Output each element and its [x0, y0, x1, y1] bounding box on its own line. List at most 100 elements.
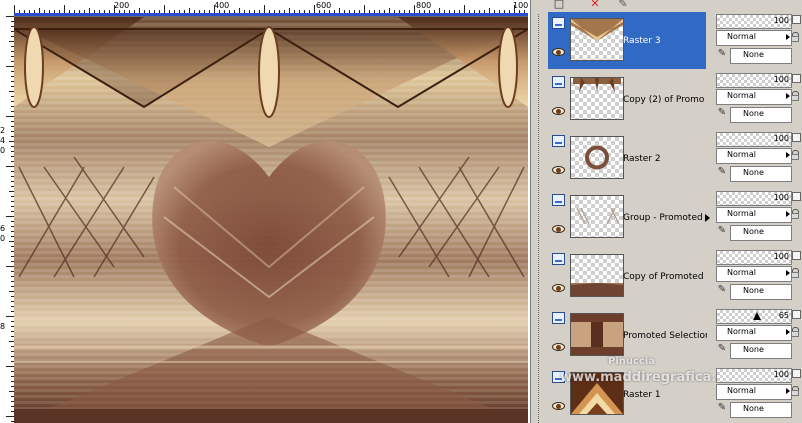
layer-properties: 100 Normal ✎ None [714, 71, 802, 128]
chevron-right-icon [786, 329, 790, 335]
opacity-slider[interactable]: 100 [716, 14, 792, 29]
ruler-tick [34, 10, 35, 13]
mask-field[interactable]: None [730, 225, 792, 241]
ruler-tick [149, 10, 150, 13]
link-icon[interactable]: ✎ [716, 343, 728, 355]
visibility-eye-icon[interactable] [552, 225, 565, 233]
new-layer-icon[interactable]: □ [553, 0, 565, 10]
lock-icon[interactable] [791, 150, 800, 160]
layer-properties: 100 Normal ✎ None [714, 12, 802, 69]
layer-name-area[interactable]: Copy of Promoted [548, 248, 706, 305]
blend-mode-select[interactable]: Normal [716, 30, 792, 46]
opacity-slider[interactable]: 100 [716, 132, 792, 147]
image-canvas[interactable] [14, 17, 528, 423]
opacity-slider[interactable]: 100 [716, 73, 792, 88]
visibility-eye-icon[interactable] [552, 166, 565, 174]
layer-row[interactable]: Group - Promoted : [548, 189, 710, 246]
layer-name-area[interactable]: Raster 2 [548, 130, 706, 187]
ruler-tick [444, 10, 445, 13]
ruler-tick [144, 10, 145, 13]
ruler-tick [139, 8, 140, 13]
ruler-tick [469, 10, 470, 13]
blend-mode-select[interactable]: Normal [716, 325, 792, 341]
ruler-tick [269, 10, 270, 13]
ruler-tick [89, 8, 90, 13]
lock-icon[interactable] [791, 91, 800, 101]
ruler-tick [234, 10, 235, 13]
layer-mode-icon[interactable] [792, 251, 801, 260]
layer-row[interactable]: Raster 2 [548, 130, 710, 187]
opacity-slider-marker[interactable] [753, 312, 761, 320]
ruler-tick [364, 5, 365, 13]
visibility-eye-icon[interactable] [552, 402, 565, 410]
ruler-tick [489, 8, 490, 13]
expand-group-icon[interactable] [705, 214, 710, 222]
layer-row[interactable]: Copy (2) of Promo [548, 71, 710, 128]
ruler-label-600: 600 [316, 1, 332, 10]
opacity-slider[interactable]: 100 [716, 191, 792, 206]
mask-field[interactable]: None [730, 107, 792, 123]
chevron-right-icon [786, 388, 790, 394]
ruler-tick [294, 10, 295, 13]
mask-field[interactable]: None [730, 166, 792, 182]
opacity-slider[interactable]: 100 [716, 368, 792, 383]
horizontal-ruler: 200 400 600 800 100 [14, 0, 530, 17]
layer-mode-icon[interactable] [792, 15, 801, 24]
ruler-tick [334, 10, 335, 13]
lock-icon[interactable] [791, 32, 800, 42]
lock-icon[interactable] [791, 209, 800, 219]
layer-mode-icon[interactable] [792, 133, 801, 142]
blend-mode-select[interactable]: Normal [716, 266, 792, 282]
opacity-value: 100 [773, 75, 789, 84]
lock-icon[interactable] [791, 327, 800, 337]
visibility-eye-icon[interactable] [552, 107, 565, 115]
blend-mode-select[interactable]: Normal [716, 89, 792, 105]
ruler-tick [159, 10, 160, 13]
ruler-tick [229, 10, 230, 13]
ruler-tick [214, 5, 215, 13]
link-icon[interactable]: ✎ [716, 402, 728, 414]
vruler-label-1: 2 [0, 126, 6, 135]
link-icon[interactable]: ✎ [716, 107, 728, 119]
ruler-tick [119, 10, 120, 13]
visibility-eye-icon[interactable] [552, 284, 565, 292]
lock-icon[interactable] [791, 268, 800, 278]
delete-icon[interactable]: ✕ [589, 0, 601, 10]
link-icon[interactable]: ✎ [716, 284, 728, 296]
ruler-tick [274, 10, 275, 13]
mask-field[interactable]: None [730, 343, 792, 359]
edit-icon[interactable]: ✎ [617, 0, 629, 10]
lock-icon[interactable] [791, 386, 800, 396]
link-icon[interactable]: ✎ [716, 48, 728, 60]
ruler-tick [6, 366, 14, 367]
opacity-slider[interactable]: 65 [716, 309, 792, 324]
ruler-tick [329, 10, 330, 13]
layer-name-area[interactable]: Copy (2) of Promo [548, 71, 706, 128]
chevron-right-icon [786, 93, 790, 99]
layer-mode-icon[interactable] [792, 369, 801, 378]
vruler-label-5: 0 [0, 234, 6, 243]
ruler-tick [64, 5, 65, 13]
layer-row[interactable]: Copy of Promoted [548, 248, 710, 305]
layer-name-area[interactable]: Raster 3 [548, 12, 706, 69]
ruler-tick [249, 10, 250, 13]
blend-mode-select[interactable]: Normal [716, 207, 792, 223]
link-icon[interactable]: ✎ [716, 225, 728, 237]
mask-field[interactable]: None [730, 402, 792, 418]
mask-field[interactable]: None [730, 48, 792, 64]
layer-thumbnail [570, 136, 624, 179]
layer-mode-icon[interactable] [792, 310, 801, 319]
mask-field[interactable]: None [730, 284, 792, 300]
blend-mode-select[interactable]: Normal [716, 148, 792, 164]
opacity-value: 65 [778, 311, 789, 320]
layer-mode-icon[interactable] [792, 192, 801, 201]
layer-mode-icon[interactable] [792, 74, 801, 83]
layer-row[interactable]: Raster 3 [548, 12, 710, 69]
opacity-slider[interactable]: 100 [716, 250, 792, 265]
blend-mode-value: Normal [727, 386, 756, 395]
layer-name-area[interactable]: Group - Promoted : [548, 189, 707, 246]
visibility-eye-icon[interactable] [552, 48, 565, 56]
visibility-eye-icon[interactable] [552, 343, 565, 351]
blend-mode-select[interactable]: Normal [716, 384, 792, 400]
link-icon[interactable]: ✎ [716, 166, 728, 178]
